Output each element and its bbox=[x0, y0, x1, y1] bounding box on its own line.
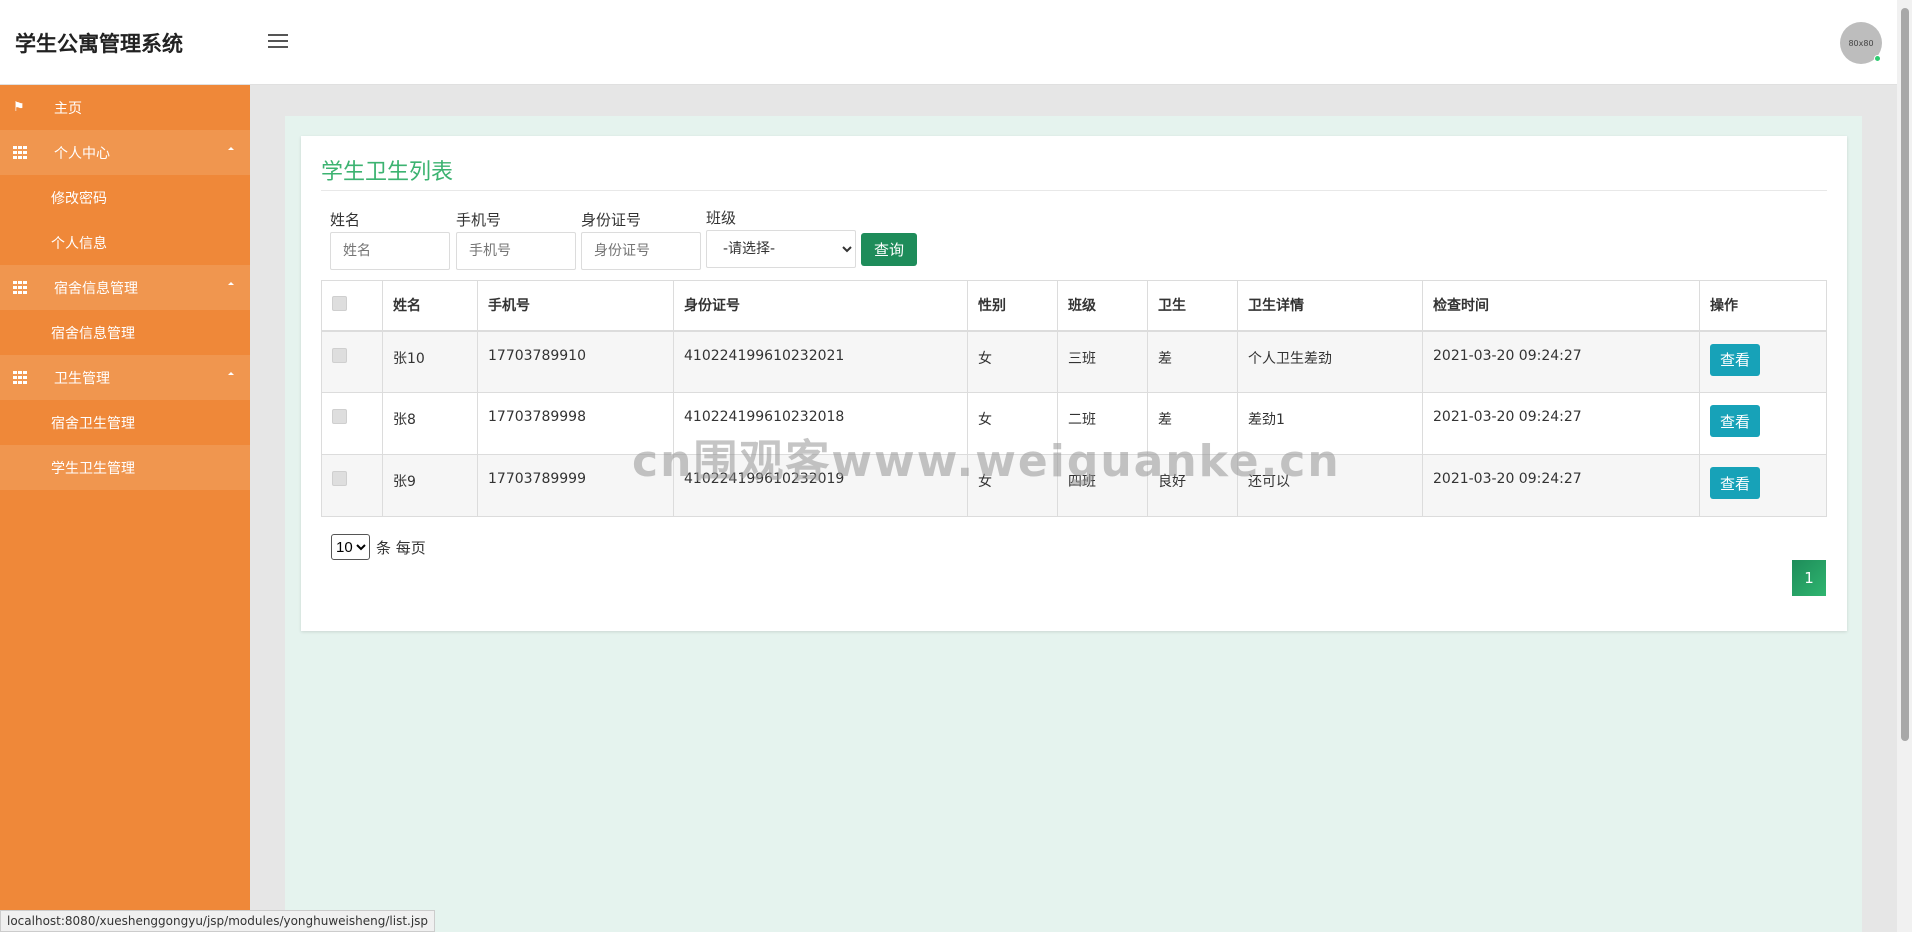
cell-action: 查看 bbox=[1699, 330, 1827, 393]
cell-name: 张9 bbox=[382, 454, 478, 517]
scrollbar-thumb[interactable] bbox=[1901, 8, 1909, 741]
sidebar-item-dorm-hygiene[interactable]: 宿舍卫生管理 bbox=[0, 400, 250, 445]
cell-action: 查看 bbox=[1699, 392, 1827, 455]
sidebar-item-home[interactable]: ⚑ 主页 bbox=[0, 85, 250, 130]
filter-phone: 手机号 bbox=[456, 209, 576, 270]
view-button[interactable]: 查看 bbox=[1710, 343, 1760, 376]
phone-label: 手机号 bbox=[456, 211, 502, 229]
page-title: 学生卫生列表 bbox=[321, 160, 454, 185]
row-checkbox[interactable] bbox=[332, 347, 347, 363]
col-header-time: 检查时间 bbox=[1422, 280, 1700, 332]
cell-time: 2021-03-20 09:24:27 bbox=[1422, 392, 1700, 455]
flag-icon: ⚑ bbox=[13, 99, 25, 115]
page-size-control: 10 条 每页 bbox=[331, 534, 426, 560]
sidebar: ⚑ 主页 个人中心 修改密码 个人信息 宿舍信息管理 宿舍信息管理 卫生管理 宿… bbox=[0, 85, 250, 932]
view-button[interactable]: 查看 bbox=[1710, 405, 1760, 437]
filter-class: 班级 -请选择- bbox=[706, 207, 856, 268]
menu-toggle-icon[interactable] bbox=[268, 34, 288, 50]
sidebar-item-label: 个人中心 bbox=[54, 145, 110, 162]
title-divider bbox=[321, 190, 1827, 191]
row-select-cell bbox=[321, 330, 383, 393]
col-header-hygiene: 卫生 bbox=[1147, 280, 1238, 332]
cell-phone: 17703789910 bbox=[477, 330, 674, 393]
sidebar-group-dorm-info[interactable]: 宿舍信息管理 bbox=[0, 265, 250, 310]
table-header-row: 姓名 手机号 身份证号 性别 班级 卫生 卫生详情 检查时间 操作 bbox=[321, 280, 1827, 332]
cell-name: 张10 bbox=[382, 330, 478, 393]
class-label: 班级 bbox=[706, 209, 737, 227]
view-button[interactable]: 查看 bbox=[1710, 467, 1760, 499]
id-number-input[interactable] bbox=[581, 232, 701, 270]
cell-name: 张8 bbox=[382, 392, 478, 455]
cell-action: 查看 bbox=[1699, 454, 1827, 517]
col-header-name: 姓名 bbox=[382, 280, 478, 332]
sidebar-item-label: 主页 bbox=[54, 100, 82, 117]
query-button[interactable]: 查询 bbox=[861, 233, 917, 266]
id-label: 身份证号 bbox=[581, 211, 642, 229]
page-size-select[interactable]: 10 bbox=[331, 534, 370, 560]
sidebar-item-change-password[interactable]: 修改密码 bbox=[0, 175, 250, 220]
cell-gender: 女 bbox=[967, 330, 1058, 393]
sidebar-item-dorm-info[interactable]: 宿舍信息管理 bbox=[0, 310, 250, 355]
filter-name: 姓名 bbox=[330, 209, 450, 270]
caret-up-icon bbox=[228, 147, 234, 150]
name-input[interactable] bbox=[330, 232, 450, 270]
col-header-class: 班级 bbox=[1057, 280, 1148, 332]
col-header-detail: 卫生详情 bbox=[1237, 280, 1423, 332]
grid-icon bbox=[13, 370, 29, 385]
row-checkbox[interactable] bbox=[332, 409, 347, 424]
cell-id: 410224199610232021 bbox=[673, 330, 968, 393]
caret-up-icon bbox=[228, 282, 234, 285]
table-row: 张10 17703789910 410224199610232021 女 三班 … bbox=[321, 330, 1827, 393]
row-select-cell bbox=[321, 454, 383, 517]
sidebar-item-personal-info[interactable]: 个人信息 bbox=[0, 220, 250, 265]
cell-time: 2021-03-20 09:24:27 bbox=[1422, 454, 1700, 517]
sidebar-item-label: 卫生管理 bbox=[54, 370, 110, 387]
row-checkbox[interactable] bbox=[332, 471, 347, 486]
cell-class: 三班 bbox=[1057, 330, 1148, 393]
page-number-button[interactable]: 1 bbox=[1792, 560, 1826, 596]
page-size-suffix: 条 每页 bbox=[376, 538, 426, 557]
app-title: 学生公寓管理系统 bbox=[15, 32, 183, 56]
sidebar-group-personal[interactable]: 个人中心 bbox=[0, 130, 250, 175]
sidebar-item-label: 宿舍信息管理 bbox=[54, 280, 138, 297]
status-bar-url: localhost:8080/xueshenggongyu/jsp/module… bbox=[0, 910, 436, 932]
col-header-action: 操作 bbox=[1699, 280, 1827, 332]
grid-icon bbox=[13, 280, 29, 295]
sidebar-item-student-hygiene[interactable]: 学生卫生管理 bbox=[0, 445, 250, 490]
col-header-gender: 性别 bbox=[967, 280, 1058, 332]
name-label: 姓名 bbox=[330, 211, 361, 229]
caret-up-icon bbox=[228, 372, 234, 375]
col-header-phone: 手机号 bbox=[477, 280, 674, 332]
cell-hygiene: 差 bbox=[1147, 330, 1238, 393]
phone-input[interactable] bbox=[456, 232, 576, 270]
filter-id: 身份证号 bbox=[581, 209, 701, 270]
cell-detail: 个人卫生差劲 bbox=[1237, 330, 1423, 393]
watermark: cn围观客www.weiguanke.cn bbox=[632, 436, 1341, 487]
grid-icon bbox=[13, 145, 29, 160]
row-select-cell bbox=[321, 392, 383, 455]
online-status-dot bbox=[1874, 55, 1881, 62]
cell-time: 2021-03-20 09:24:27 bbox=[1422, 330, 1700, 393]
select-all-cell bbox=[321, 280, 383, 332]
select-all-checkbox[interactable] bbox=[332, 295, 347, 311]
col-header-id: 身份证号 bbox=[673, 280, 968, 332]
sidebar-group-hygiene[interactable]: 卫生管理 bbox=[0, 355, 250, 400]
class-select[interactable]: -请选择- bbox=[706, 230, 856, 268]
list-card: 学生卫生列表 姓名 手机号 身份证号 班级 -请选择- 查询 姓名 手机号 身份… bbox=[301, 136, 1847, 631]
top-header: 学生公寓管理系统 80x80 bbox=[0, 0, 1897, 85]
